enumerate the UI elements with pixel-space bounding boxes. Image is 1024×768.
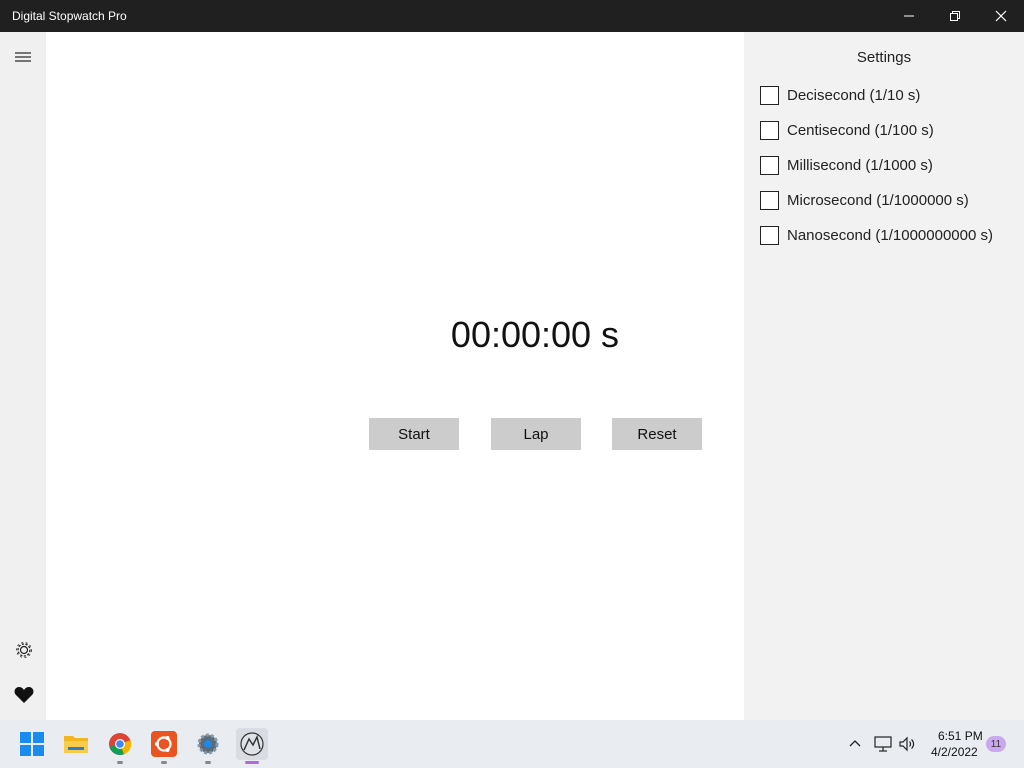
option-decisecond[interactable]: Decisecond (1/10 s) <box>760 85 920 105</box>
restore-icon <box>950 11 960 21</box>
option-nanosecond[interactable]: Nanosecond (1/1000000000 s) <box>760 225 993 245</box>
nanosecond-checkbox[interactable] <box>760 225 779 245</box>
option-label: Millisecond (1/1000 s) <box>787 156 933 174</box>
centisecond-checkbox[interactable] <box>760 120 779 140</box>
heart-icon[interactable] <box>14 686 34 704</box>
gear-icon[interactable] <box>14 640 34 660</box>
option-microsecond[interactable]: Microsecond (1/1000000 s) <box>760 190 969 210</box>
minimize-button[interactable] <box>886 0 932 32</box>
title-bar: Digital Stopwatch Pro <box>0 0 1024 32</box>
ubuntu-icon[interactable] <box>148 728 180 764</box>
option-label: Microsecond (1/1000000 s) <box>787 191 969 209</box>
option-millisecond[interactable]: Millisecond (1/1000 s) <box>760 155 933 175</box>
settings-app-icon[interactable] <box>192 728 224 764</box>
settings-panel: Settings Decisecond (1/10 s) Centisecond… <box>744 32 1024 720</box>
option-label: Centisecond (1/100 s) <box>787 121 934 139</box>
chevron-up-icon[interactable] <box>848 738 862 748</box>
hamburger-menu-icon[interactable] <box>13 50 33 64</box>
time-display: 00:00:00 s <box>450 314 620 355</box>
restore-button[interactable] <box>932 0 978 32</box>
start-button[interactable]: Start <box>369 418 459 450</box>
taskbar: 6:51 PM 4/2/2022 11 <box>0 720 1024 768</box>
start-icon[interactable] <box>16 728 48 760</box>
option-label: Decisecond (1/10 s) <box>787 86 921 104</box>
lap-button[interactable]: Lap <box>491 418 581 450</box>
close-button[interactable] <box>978 0 1024 32</box>
close-icon <box>995 10 1007 22</box>
option-label: Nanosecond (1/1000000000 s) <box>787 226 993 244</box>
minimize-icon <box>904 15 914 17</box>
stopwatch-panel: 00:00:00 s Start Lap Reset <box>46 32 744 720</box>
microsecond-checkbox[interactable] <box>760 190 779 210</box>
option-centisecond[interactable]: Centisecond (1/100 s) <box>760 120 934 140</box>
window-title: Digital Stopwatch Pro <box>12 9 127 23</box>
navigation-rail <box>0 32 46 720</box>
decisecond-checkbox[interactable] <box>760 85 779 105</box>
volume-icon[interactable] <box>898 735 916 753</box>
millisecond-checkbox[interactable] <box>760 155 779 175</box>
chrome-icon[interactable] <box>104 728 136 764</box>
reset-button[interactable]: Reset <box>612 418 702 450</box>
clock-date[interactable]: 4/2/2022 <box>931 745 978 759</box>
stopwatch-app-icon[interactable] <box>236 728 268 764</box>
file-explorer-icon[interactable] <box>60 728 92 760</box>
notification-badge[interactable]: 11 <box>986 736 1006 752</box>
network-icon[interactable] <box>874 736 892 752</box>
settings-heading: Settings <box>856 49 912 66</box>
clock-time[interactable]: 6:51 PM <box>938 729 983 743</box>
